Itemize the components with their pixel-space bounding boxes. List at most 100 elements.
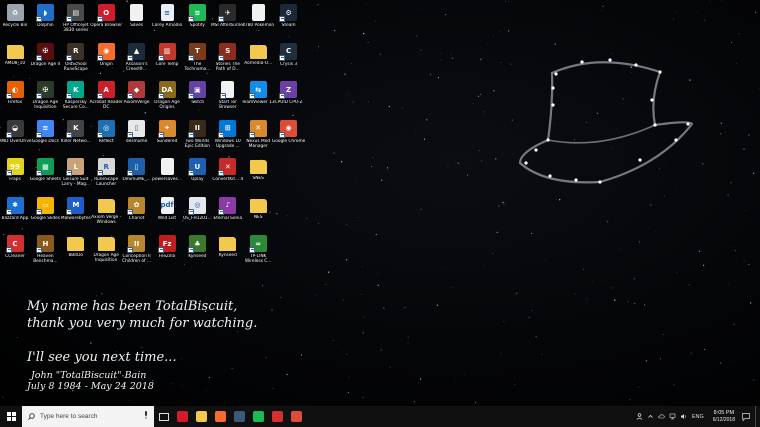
desktop-shortcut[interactable]: ▦ Google Sheets: [30, 156, 61, 196]
star: [346, 353, 348, 355]
desktop-shortcut[interactable]: U Uplay: [183, 156, 211, 196]
task-view-button[interactable]: [154, 406, 173, 427]
language-indicator[interactable]: ENG: [692, 414, 704, 420]
desktop-shortcut[interactable]: powersaves...: [152, 156, 182, 196]
desktop-shortcut[interactable]: ✱ Blizzard App: [1, 195, 29, 235]
desktop-shortcut[interactable]: SNES: [244, 156, 272, 196]
desktop-shortcut[interactable]: ✿ Chariot: [123, 195, 151, 235]
desktop-shortcut[interactable]: ♣ Kynseed: [183, 233, 211, 273]
desktop-shortcut[interactable]: ▲ Assassin's Creed®...: [123, 41, 151, 81]
desktop-shortcut[interactable]: II Conception II Children of ...: [122, 233, 151, 273]
desktop-shortcut-label: RuneScape Launcher: [94, 177, 119, 187]
desktop-shortcut[interactable]: ✠ Dragon Age Inquisition: [31, 79, 59, 119]
desktop-shortcut[interactable]: ◎ Reflect: [92, 118, 120, 158]
desktop-shortcut[interactable]: O Opera Browser: [90, 2, 122, 42]
start-button[interactable]: [0, 406, 22, 427]
desktop-shortcut[interactable]: ◉ Origin: [92, 41, 120, 81]
desktop-shortcut[interactable]: ✕ ConvertKit... 4: [212, 156, 243, 196]
taskbar-app-opera-button[interactable]: [173, 406, 192, 427]
shortcut-arrow-icon: [218, 131, 225, 138]
desktop-shortcut[interactable]: ◒ AMD OverDrive: [0, 118, 32, 158]
desktop-shortcut[interactable]: Start Tor Browser: [214, 79, 242, 119]
desktop-shortcut[interactable]: M Malwarebytes: [61, 195, 91, 235]
shortcut-arrow-icon: [127, 247, 134, 253]
desktop-shortcut[interactable]: K Killer Netwo...: [61, 118, 91, 158]
desktop-shortcut[interactable]: ✕ Nexus Mod Manager: [244, 118, 272, 158]
desktop-shortcut[interactable]: ⊞ Windows 10 Upgrade ...: [214, 118, 242, 158]
desktop-shortcut[interactable]: A Acrobat Reader DC: [90, 79, 123, 119]
desktop-shortcut[interactable]: Dragon Age Inquisition: [92, 233, 120, 273]
desktop-shortcut[interactable]: ▭ Google Slides: [31, 195, 60, 235]
chevron-up-icon[interactable]: [647, 413, 654, 420]
desktop-shortcut[interactable]: Fz FileZilla: [153, 233, 181, 273]
star: [601, 9, 603, 11]
desktop-shortcut[interactable]: ▣ Twitch: [183, 79, 211, 119]
desktop-shortcut[interactable]: ◉ Google Chrome: [272, 118, 305, 158]
cloud-icon[interactable]: [658, 413, 665, 420]
desktop-shortcut[interactable]: ≡ Google Docs: [31, 118, 59, 158]
taskbar-app-chrome-button[interactable]: [287, 406, 306, 427]
top-hat-band: [547, 124, 656, 144]
volume-icon[interactable]: [680, 413, 687, 420]
desktop-shortcut[interactable]: H Heaven Benchma...: [31, 233, 59, 273]
desktop-shortcut[interactable]: NES: [244, 195, 272, 235]
star: [690, 352, 692, 354]
desktop-shortcut[interactable]: C Crysis 3: [275, 41, 303, 81]
desktop-shortcut[interactable]: ◆ AxiomVerge: [123, 79, 151, 119]
desktop-shortcut[interactable]: ▥ Core Temp: [153, 41, 181, 81]
desktop-shortcut[interactable]: Kynseed: [214, 233, 242, 273]
taskbar-app-steam-button[interactable]: [230, 406, 249, 427]
desktop-shortcut[interactable]: ▯ DeSmuME_...: [122, 156, 151, 196]
desktop-shortcut[interactable]: ≈ TP-LINK Wireless C...: [244, 233, 272, 273]
desktop-shortcut[interactable]: ✈ MSI Afterburner: [211, 2, 245, 42]
desktop-shortcut[interactable]: DA Dragon Age Origins: [153, 79, 181, 119]
desktop-shortcut[interactable]: ♻ Recycle Bin: [1, 2, 29, 42]
desktop-shortcut[interactable]: II Two Worlds Epic Edition: [183, 118, 211, 158]
desktop-shortcut[interactable]: T The Technomo...: [183, 41, 211, 81]
taskbar-app-origin-button[interactable]: [211, 406, 230, 427]
star: [586, 298, 588, 300]
desktop-shortcut[interactable]: ◎ US_FH1201...: [183, 195, 212, 235]
desktop-shortcut[interactable]: ♪ Eternal Sonia: [214, 195, 242, 235]
desktop-shortcut[interactable]: Axiom Verge - Windows: [91, 195, 121, 235]
icon-glyph: ≡: [164, 8, 170, 17]
desktop-shortcut[interactable]: ◐ Firefox: [1, 79, 29, 119]
desktop-shortcut[interactable]: ▤ HP Officejet 3830 series: [62, 2, 90, 42]
desktop-shortcut[interactable]: Aornedia-U...: [244, 41, 272, 81]
desktop-shortcut[interactable]: Saves: [123, 2, 151, 42]
desktop-shortcut[interactable]: S Stories The Path of D...: [214, 41, 242, 81]
search-box[interactable]: Type here to search: [22, 406, 154, 427]
desktop-shortcut[interactable]: Z CPUID CPU-Z: [275, 79, 303, 119]
desktop-shortcut[interactable]: 8BitDo: [62, 233, 90, 273]
desktop-shortcut[interactable]: ≡ Corey Arnodio: [152, 2, 182, 42]
desktop-shortcut[interactable]: ⚙ Steam: [275, 2, 303, 42]
desktop-shortcut[interactable]: L Leisure Suit Larry - Mag...: [62, 156, 90, 196]
document-icon: ≡: [160, 4, 174, 21]
desktop-shortcut[interactable]: ≋ Spotify: [183, 2, 211, 42]
microphone-icon[interactable]: [144, 411, 148, 419]
clock[interactable]: 8:05 PM 6/12/2018: [713, 410, 735, 423]
desktop-shortcut[interactable]: ✠ Dragon Age II: [31, 41, 60, 81]
people-icon[interactable]: [636, 413, 643, 420]
show-desktop-button[interactable]: [755, 406, 758, 427]
network-icon[interactable]: [669, 413, 676, 420]
desktop-shortcut[interactable]: R OldSchool RuneScape: [62, 41, 90, 81]
desktop-shortcut[interactable]: AMD8_10: [1, 41, 29, 81]
taskbar-app-spotify-button[interactable]: [249, 406, 268, 427]
taskbar-app-ccleaner-button[interactable]: [268, 406, 287, 427]
desktop-shortcut[interactable]: 99 Fraps: [1, 156, 29, 196]
desktop-shortcut[interactable]: 4780 Pokemon ...: [242, 2, 274, 42]
desktop-shortcut[interactable]: C CCleaner: [1, 233, 29, 273]
taskbar-app-file-explorer-button[interactable]: [192, 406, 211, 427]
desktop[interactable]: ♻ Recycle Bin ◗ Dolphin ▤ HP Officejet 3830 s…: [0, 0, 760, 406]
desktop-shortcut[interactable]: K Kaspersky Secure Co...: [62, 79, 90, 119]
desktop-shortcut[interactable]: ⇆ TeamViewer 13: [242, 79, 275, 119]
star: [530, 232, 532, 235]
action-center-icon[interactable]: [741, 412, 751, 422]
desktop-shortcut[interactable]: ◗ Dolphin: [31, 2, 59, 42]
desktop-shortcut[interactable]: ▯ desmume: [123, 118, 151, 158]
star: [738, 33, 740, 35]
desktop-shortcut[interactable]: pdf Wild List: [153, 195, 181, 235]
desktop-shortcut[interactable]: ✦ Sundered: [153, 118, 181, 158]
desktop-shortcut[interactable]: R RuneScape Launcher: [92, 156, 120, 196]
